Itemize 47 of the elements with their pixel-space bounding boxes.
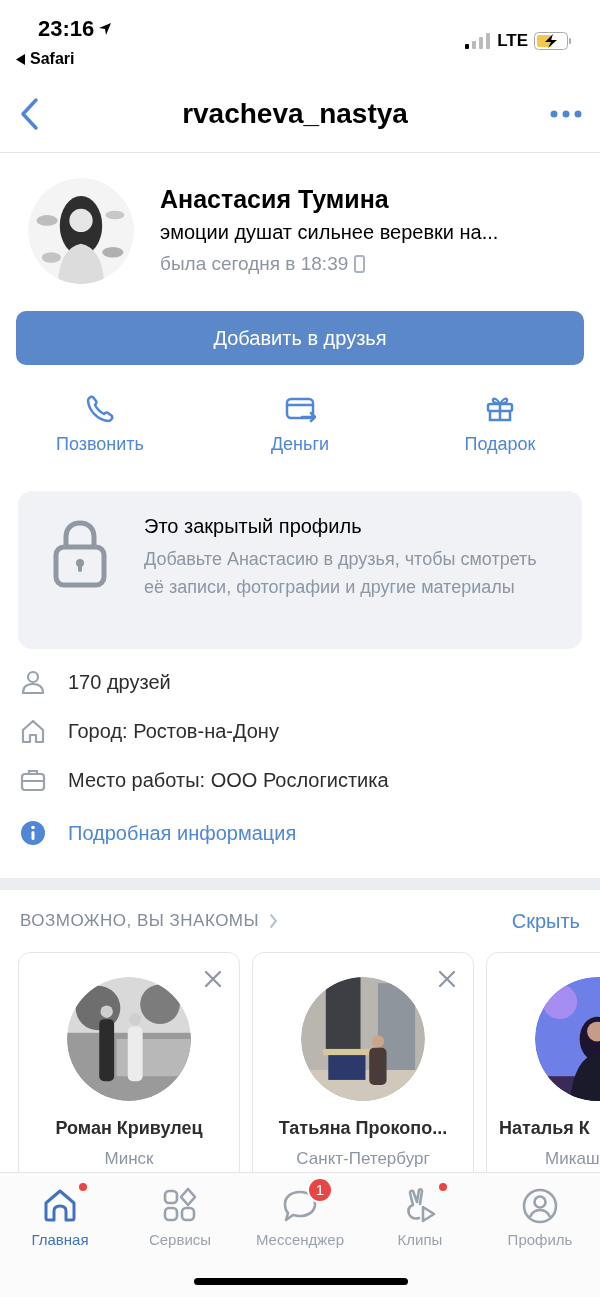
person-city: Санкт-Петербург — [296, 1148, 430, 1170]
location-arrow-icon — [98, 21, 113, 36]
info-text: Город: Ростов-на-Дону — [68, 718, 279, 744]
back-triangle-icon — [16, 53, 26, 65]
details-link[interactable]: Подробная информация — [68, 818, 297, 848]
tab[interactable]: Сервисы — [132, 1173, 228, 1252]
add-friend-button[interactable]: Добавить в друзья — [16, 311, 584, 365]
network-type: LTE — [497, 30, 528, 52]
back-to-app-link[interactable]: Safari — [30, 47, 75, 71]
info-icon — [20, 820, 46, 846]
action-button[interactable]: Позвонить — [56, 393, 144, 491]
person-name: Наталья К — [499, 1117, 590, 1140]
tab[interactable]: Главная — [15, 1173, 105, 1252]
profile-name: Анастасия Тумина — [160, 184, 390, 215]
chevron-right-icon — [269, 913, 279, 929]
signal-icon — [465, 32, 492, 49]
profile-status: эмоции душат сильнее веревки на... — [160, 220, 499, 245]
close-icon[interactable] — [205, 971, 221, 987]
action-button[interactable]: Подарок — [464, 393, 536, 491]
tab[interactable]: 1 Мессенджер — [239, 1173, 361, 1252]
hide-link[interactable]: Скрыть — [511, 906, 580, 936]
person-name: Роман Кривулец — [55, 1117, 203, 1140]
house-icon — [20, 717, 46, 744]
tab[interactable]: Клипы — [381, 1173, 459, 1252]
clock-time: 23:16 — [38, 15, 95, 43]
person-city: Минск — [104, 1148, 154, 1170]
person-city: Микаш — [545, 1148, 600, 1170]
back-icon[interactable] — [18, 96, 40, 131]
private-profile-text: Добавьте Анастасию в друзья, чтобы смотреть её записи, фотографии и другие материалы — [144, 548, 538, 599]
more-icon[interactable] — [550, 109, 582, 118]
person-icon — [20, 668, 46, 695]
last-seen-text: была сегодня в 18:39 — [160, 252, 349, 276]
person-name: Татьяна Прокопо... — [278, 1117, 448, 1140]
lock-icon — [52, 519, 108, 589]
call-icon — [84, 393, 116, 425]
battery-charging-icon — [534, 31, 572, 50]
info-text: 170 друзей — [68, 669, 171, 695]
close-icon[interactable] — [439, 971, 455, 987]
page-title: rvacheva_nastya — [182, 96, 408, 131]
private-profile-title: Это закрытый профиль — [144, 514, 363, 539]
tab[interactable]: Профиль — [491, 1173, 589, 1252]
action-button[interactable]: Деньги — [270, 393, 330, 491]
info-text: Место работы: ООО Рослогистика — [68, 767, 389, 793]
profile-icon — [521, 1187, 559, 1225]
notification-badge: 1 — [307, 1177, 333, 1203]
section-title: ВОЗМОЖНО, ВЫ ЗНАКОМЫ — [20, 910, 260, 933]
phone-icon — [354, 255, 366, 273]
